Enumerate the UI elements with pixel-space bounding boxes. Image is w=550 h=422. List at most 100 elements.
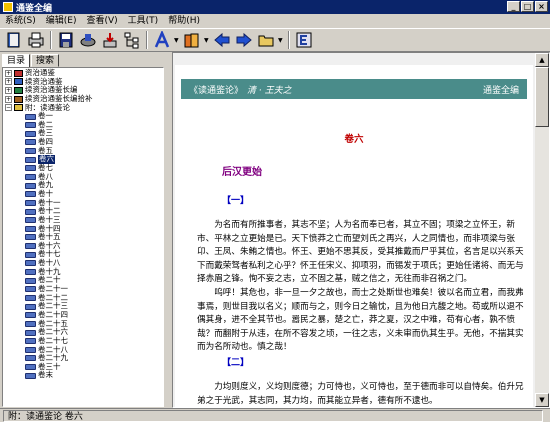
folder-button[interactable] bbox=[256, 30, 276, 50]
tree-node-volume[interactable]: 卷十四 bbox=[5, 224, 163, 234]
tree-node-volume[interactable]: 卷八 bbox=[5, 172, 163, 182]
folder-dropdown-arrow[interactable]: ▼ bbox=[278, 30, 284, 50]
document-icon bbox=[25, 234, 36, 241]
tree-node-volume[interactable]: 卷二十八 bbox=[5, 345, 163, 355]
banner-series-title: 通鉴全编 bbox=[482, 85, 519, 96]
book-icon bbox=[14, 87, 23, 95]
title-bar[interactable]: 通鉴全编 _ □ × bbox=[0, 0, 550, 14]
tab-contents[interactable]: 目录 bbox=[2, 54, 31, 68]
document-icon bbox=[25, 217, 36, 224]
menu-help[interactable]: 帮助(H) bbox=[163, 14, 205, 28]
font-dropdown-arrow[interactable]: ▼ bbox=[174, 30, 180, 50]
tree-node-volume[interactable]: 卷二十九 bbox=[5, 353, 163, 363]
vertical-scrollbar[interactable]: ▲ ▼ bbox=[535, 53, 549, 407]
document-icon bbox=[25, 208, 36, 215]
pane-tabs: 目录 搜索 bbox=[2, 54, 60, 68]
close-button[interactable]: × bbox=[535, 1, 548, 12]
tree-node-volume[interactable]: 卷十六 bbox=[5, 241, 163, 251]
tree-node-volume[interactable]: 卷十五 bbox=[5, 233, 163, 242]
print-button[interactable] bbox=[26, 30, 46, 50]
bookmark-icon bbox=[80, 34, 96, 47]
app-window: 通鉴全编 _ □ × 系统(S) 编辑(E) 查看(V) 工具(T) 帮助(H)… bbox=[0, 0, 550, 422]
banner-author: 清 · 王夫之 bbox=[247, 85, 292, 96]
tree-node-volume[interactable]: 卷二 bbox=[5, 120, 163, 130]
tab-search[interactable]: 搜索 bbox=[31, 54, 60, 67]
tree-node-volume[interactable]: 卷十九 bbox=[5, 267, 163, 277]
tree-view[interactable]: + 资治通鉴 + 续资治通鉴 + 续资治通鉴长编 + 续资治通鉴长编拾补 − 附：读通鉴论 卷一 卷二… bbox=[5, 68, 163, 380]
books-icon bbox=[184, 33, 199, 48]
tree-node-volume[interactable]: 卷二十六 bbox=[5, 328, 163, 337]
tree-node-volume[interactable]: 卷六 bbox=[5, 155, 163, 165]
expand-icon[interactable]: + bbox=[5, 87, 12, 95]
toolbar: ▼ ▼ ▼ bbox=[0, 28, 550, 52]
tree-panel[interactable]: + 资治通鉴 + 续资治通鉴 + 续资治通鉴长编 + 续资治通鉴长编拾补 − 附：读通鉴论 卷一 卷二… bbox=[2, 67, 164, 407]
arrow-right-icon bbox=[236, 32, 252, 48]
tree-node-volume[interactable]: 卷二十 bbox=[5, 276, 163, 285]
menu-view[interactable]: 查看(V) bbox=[81, 14, 122, 28]
document-icon bbox=[25, 191, 36, 198]
paragraph-1: 为名而有所推事者，其志不坚；人为名而奉已者，其立不固；项梁之立怀王，新市、平林之… bbox=[197, 220, 524, 285]
collapse-icon[interactable]: − bbox=[5, 104, 12, 112]
books-button[interactable] bbox=[182, 30, 202, 50]
document-icon bbox=[25, 364, 36, 371]
tree-node-volume[interactable]: 卷十七 bbox=[5, 250, 163, 259]
import-button[interactable] bbox=[100, 30, 120, 50]
tree-node-volume[interactable]: 卷十二 bbox=[5, 207, 163, 216]
menu-edit[interactable]: 编辑(E) bbox=[41, 14, 82, 28]
scroll-up-button[interactable]: ▲ bbox=[535, 53, 549, 67]
books-dropdown-arrow[interactable]: ▼ bbox=[204, 30, 210, 50]
disk-icon bbox=[59, 32, 73, 48]
save-button[interactable] bbox=[56, 30, 76, 50]
tree-node-volume[interactable]: 卷七 bbox=[5, 163, 163, 173]
tree-node-volume[interactable]: 卷二十七 bbox=[5, 336, 163, 346]
menu-system[interactable]: 系统(S) bbox=[0, 14, 41, 28]
tree-node-volume[interactable]: 卷末 bbox=[5, 371, 163, 380]
open-book-button[interactable] bbox=[4, 30, 24, 50]
tree-node-volume[interactable]: 卷三 bbox=[5, 129, 163, 138]
forward-button[interactable] bbox=[234, 30, 254, 50]
scroll-thumb[interactable] bbox=[535, 67, 549, 127]
tree-view-button[interactable] bbox=[122, 30, 142, 50]
book-icon bbox=[14, 78, 23, 86]
expand-icon[interactable]: + bbox=[5, 95, 12, 103]
document-icon bbox=[25, 277, 36, 284]
minimize-button[interactable]: _ bbox=[507, 1, 520, 12]
edit-button[interactable] bbox=[294, 30, 314, 50]
printer-icon bbox=[28, 32, 44, 48]
tree-node-volume[interactable]: 卷二十三 bbox=[5, 302, 163, 311]
scroll-down-button[interactable]: ▼ bbox=[535, 393, 549, 407]
tree-node-volume[interactable]: 卷十八 bbox=[5, 258, 163, 268]
bookmark-button[interactable] bbox=[78, 30, 98, 50]
document-icon bbox=[25, 139, 36, 146]
paragraph-marker-2: 【二】 bbox=[222, 358, 250, 368]
tree-node-volume[interactable]: 卷十一 bbox=[5, 198, 163, 208]
chapter-title: 卷六 bbox=[344, 134, 364, 145]
document-icon bbox=[25, 338, 36, 345]
tree-node-volume[interactable]: 卷二十二 bbox=[5, 293, 163, 303]
tree-node-volume[interactable]: 卷四 bbox=[5, 137, 163, 147]
status-bar: 附：读通鉴论 卷六 bbox=[0, 408, 550, 422]
tree-node-volume[interactable]: 卷二十一 bbox=[5, 284, 163, 294]
tree-node-book[interactable]: − 附：读通鉴论 bbox=[5, 103, 163, 113]
tree-node-volume[interactable]: 卷五 bbox=[5, 146, 163, 156]
page-banner: 《读通鉴论》 清 · 王夫之 通鉴全编 bbox=[181, 79, 527, 99]
back-button[interactable] bbox=[212, 30, 232, 50]
expand-icon[interactable]: + bbox=[5, 69, 12, 77]
tree-node-volume[interactable]: 卷三十 bbox=[5, 362, 163, 372]
paragraph-2: 呜呼！其危也，非一旦一夕之故也，而士之处斯世也难矣！彼以名而立君，而我弗事焉，则… bbox=[197, 288, 524, 353]
book-icon bbox=[14, 69, 23, 77]
tree-icon bbox=[124, 32, 139, 49]
menu-tools[interactable]: 工具(T) bbox=[123, 14, 164, 28]
tree-node-volume[interactable]: 卷九 bbox=[5, 181, 163, 190]
maximize-button[interactable]: □ bbox=[521, 1, 534, 12]
document-icon bbox=[25, 182, 36, 189]
font-button[interactable] bbox=[152, 30, 172, 50]
tree-node-volume[interactable]: 卷十 bbox=[5, 189, 163, 199]
expand-icon[interactable]: + bbox=[5, 78, 12, 86]
tree-node-volume[interactable]: 卷二十五 bbox=[5, 319, 163, 329]
tree-node-volume[interactable]: 卷十三 bbox=[5, 215, 163, 225]
paragraph-3: 力均则度义，义均则度德；力可恃也，义可恃也，至于德而非可以自恃矣。伯升兄弟之于光… bbox=[197, 382, 524, 406]
tree-node-volume[interactable]: 卷一 bbox=[5, 112, 163, 121]
tree-node-volume[interactable]: 卷二十四 bbox=[5, 310, 163, 320]
document-icon bbox=[25, 113, 36, 120]
